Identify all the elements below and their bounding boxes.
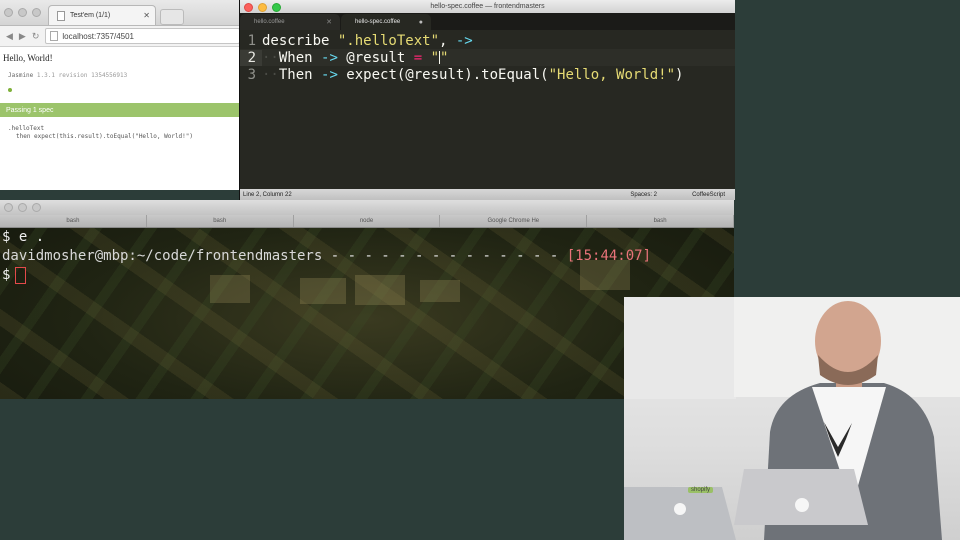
code-line[interactable]: 3 ··Then -> expect(@result).toEqual("Hel…: [240, 66, 735, 83]
page-heading: Hello, World!: [3, 53, 53, 63]
editor-tab-bar: hello.coffee ✕ hello-spec.coffee ●: [240, 13, 735, 30]
window-controls[interactable]: [244, 3, 281, 12]
new-tab-button[interactable]: [160, 9, 184, 25]
tab-label: hello.coffee: [254, 19, 285, 25]
zoom-button[interactable]: [32, 8, 41, 17]
minimize-button[interactable]: [18, 203, 27, 212]
terminal-tab-bar: bash bash node Google Chrome He bash: [0, 215, 734, 228]
browser-tab-bar: Test'em (1/1) ✕: [0, 0, 240, 26]
webcam-overlay: shopify: [624, 297, 960, 540]
close-button[interactable]: [4, 8, 13, 17]
terminal-tab[interactable]: bash: [587, 215, 734, 227]
browser-toolbar: ◀ ▶ ↻ localhost:7357/4501: [0, 26, 240, 47]
modified-dot-icon[interactable]: ●: [419, 19, 423, 26]
page-icon: [57, 10, 65, 21]
tab-hello-coffee[interactable]: hello.coffee ✕: [240, 14, 340, 30]
page-icon: [50, 31, 59, 41]
code-text: ··When -> @result = "": [262, 49, 449, 66]
prompt-path: davidmosher@mbp:~/code/frontendmasters: [2, 248, 323, 264]
back-arrow-icon[interactable]: ◀: [6, 31, 13, 42]
address-bar[interactable]: localhost:7357/4501: [45, 28, 240, 44]
terminal-tab[interactable]: bash: [0, 215, 147, 227]
code-text: describe ".helloText", ->: [262, 32, 473, 49]
forward-arrow-icon[interactable]: ▶: [19, 31, 26, 42]
tab-title: Test'em (1/1): [70, 12, 111, 19]
terminal-command-line: $ e .: [2, 229, 45, 245]
laptop-sticker: shopify: [688, 487, 714, 493]
terminal-tab[interactable]: node: [294, 215, 441, 227]
indent-setting[interactable]: Spaces: 2: [630, 192, 657, 198]
presenter-illustration: [624, 301, 942, 540]
close-tab-icon[interactable]: ✕: [143, 11, 150, 20]
close-button[interactable]: [4, 203, 13, 212]
window-controls[interactable]: [4, 203, 41, 212]
line-number: 2: [240, 49, 262, 66]
tab-hello-spec-coffee[interactable]: hello-spec.coffee ●: [341, 14, 431, 30]
code-line[interactable]: 1 describe ".helloText", ->: [240, 32, 735, 49]
close-button[interactable]: [244, 3, 253, 12]
jasmine-version: 1.3.1 revision 1354556913: [36, 72, 128, 79]
passing-banner: Passing 1 spec: [0, 103, 240, 117]
browser-window: Test'em (1/1) ✕ ◀ ▶ ↻ localhost:7357/450…: [0, 0, 240, 190]
editor-status-bar: Line 2, Column 22 Spaces: 2 CoffeeScript: [240, 189, 735, 200]
editor-window: hello-spec.coffee — frontendmasters hell…: [239, 0, 735, 200]
jasmine-version-line: Jasmine 1.3.1 revision 1354556913: [0, 72, 240, 79]
terminal-cursor: [15, 266, 27, 284]
terminal-title-bar: [0, 200, 734, 215]
spec-pass-dot: [8, 88, 12, 92]
line-number: 3: [247, 66, 256, 83]
browser-tab[interactable]: Test'em (1/1) ✕: [48, 5, 156, 25]
editor-title-bar: hello-spec.coffee — frontendmasters: [240, 0, 735, 13]
minimize-button[interactable]: [18, 8, 27, 17]
minimize-button[interactable]: [258, 3, 267, 12]
zoom-button[interactable]: [272, 3, 281, 12]
close-tab-icon[interactable]: ✕: [326, 18, 332, 26]
editor-title: hello-spec.coffee — frontendmasters: [430, 3, 545, 10]
terminal-tab[interactable]: bash: [147, 215, 294, 227]
spec-then[interactable]: then expect(this.result).toEqual("Hello,…: [0, 133, 240, 140]
syntax-selector[interactable]: CoffeeScript: [692, 192, 725, 198]
zoom-button[interactable]: [32, 203, 41, 212]
spec-describe[interactable]: .helloText: [0, 125, 240, 132]
reload-icon[interactable]: ↻: [32, 31, 40, 42]
prompt-symbol: $: [2, 267, 11, 283]
prompt-dashes: - - - - - - - - - - - - - -: [322, 248, 567, 264]
code-text: ··Then -> expect(@result).toEqual("Hello…: [262, 66, 684, 83]
cursor-position: Line 2, Column 22: [243, 191, 292, 198]
line-number: 1: [247, 32, 256, 49]
window-controls[interactable]: [4, 8, 41, 17]
terminal-tab[interactable]: Google Chrome He: [440, 215, 588, 227]
code-line-active[interactable]: 2 ··When -> @result = "": [240, 49, 735, 66]
tab-label: hello-spec.coffee: [355, 19, 401, 25]
browser-content: Hello, World! Jasmine 1.3.1 revision 135…: [0, 47, 240, 140]
code-area[interactable]: 1 describe ".helloText", -> 2 ··When -> …: [240, 30, 735, 189]
url-text: localhost:7357/4501: [62, 31, 135, 41]
jasmine-name: Jasmine: [8, 72, 34, 79]
